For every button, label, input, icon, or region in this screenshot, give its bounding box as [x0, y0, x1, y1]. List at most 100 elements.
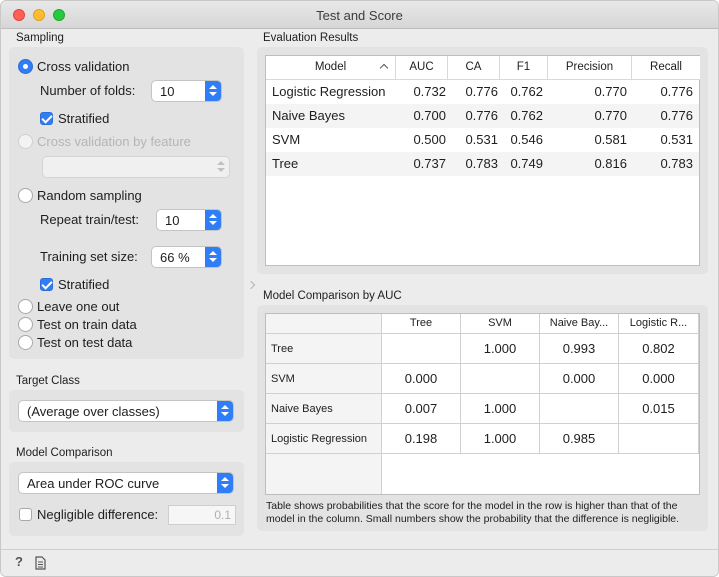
test-on-train-radio[interactable]: [18, 317, 33, 332]
model-comparison-table: Tree SVM Naive Bay... Logistic R... Tree…: [265, 313, 700, 495]
comparison-cell: 0.007: [382, 394, 461, 424]
table-row[interactable]: Logistic Regression 0.732 0.776 0.762 0.…: [266, 80, 699, 104]
column-header-auc[interactable]: AUC: [396, 56, 448, 80]
status-bar: ?: [1, 549, 718, 576]
table-row[interactable]: Naive Bayes 0.700 0.776 0.762 0.770 0.77…: [266, 104, 699, 128]
comparison-cell: 0.000: [619, 364, 699, 394]
recall-value: 0.531: [660, 132, 693, 147]
help-icon[interactable]: ?: [15, 554, 23, 569]
random-sampling-radio[interactable]: [18, 188, 33, 203]
auc-value: 0.732: [413, 84, 446, 99]
table-row: SVM 0.000 0.000 0.000: [266, 364, 699, 394]
comparison-cell: 0.802: [619, 334, 699, 364]
column-header-precision[interactable]: Precision: [548, 56, 632, 80]
comparison-cell: [382, 334, 461, 364]
test-on-train-label: Test on train data: [37, 317, 137, 332]
repeat-train-test-value: 10: [165, 213, 180, 228]
rs-stratified-checkbox[interactable]: [40, 278, 53, 291]
target-class-select[interactable]: (Average over classes): [18, 400, 234, 422]
target-class-title: Target Class: [16, 375, 80, 387]
sort-ascending-icon: [379, 63, 389, 73]
table-row: Tree 1.000 0.993 0.802: [266, 334, 699, 364]
model-comparison-by-auc-title: Model Comparison by AUC: [263, 290, 402, 302]
row-header-filler: [266, 454, 382, 494]
corner-header: [266, 314, 382, 334]
comparison-cell: [461, 364, 540, 394]
spinner-arrows-icon[interactable]: [205, 247, 221, 267]
splitter-handle-icon[interactable]: [247, 280, 255, 292]
repeat-train-test-label: Repeat train/test:: [40, 212, 139, 227]
row-header: Logistic Regression: [266, 424, 382, 454]
comparison-cell: 0.985: [540, 424, 619, 454]
spinner-arrows-icon[interactable]: [205, 210, 221, 230]
row-header: Naive Bayes: [266, 394, 382, 424]
test-and-score-window: Test and Score Sampling Cross validation…: [0, 0, 719, 577]
column-header-recall[interactable]: Recall: [632, 56, 700, 80]
ca-value: 0.783: [465, 156, 498, 171]
test-on-test-label: Test on test data: [37, 335, 133, 350]
f1-value: 0.762: [510, 108, 543, 123]
column-header-logistic-regression[interactable]: Logistic R...: [619, 314, 699, 334]
column-header-svm[interactable]: SVM: [461, 314, 540, 334]
comparison-cell: 0.198: [382, 424, 461, 454]
negligible-difference-value: 0.1: [214, 508, 231, 522]
precision-value: 0.816: [594, 156, 627, 171]
cross-validation-label: Cross validation: [37, 59, 130, 74]
window-title: Test and Score: [316, 8, 403, 23]
model-comparison-title: Model Comparison: [16, 447, 113, 459]
recall-value: 0.776: [660, 84, 693, 99]
select-arrows-icon: [213, 157, 229, 177]
table-row: Logistic Regression 0.198 1.000 0.985: [266, 424, 699, 454]
repeat-train-test-spinner[interactable]: 10: [156, 209, 222, 231]
model-name: Logistic Regression: [272, 84, 386, 99]
column-header-model[interactable]: Model: [266, 56, 396, 80]
cv-stratified-checkbox[interactable]: [40, 112, 53, 125]
model-name: Naive Bayes: [272, 108, 345, 123]
number-of-folds-spinner[interactable]: 10: [151, 80, 222, 102]
number-of-folds-value: 10: [160, 84, 175, 99]
select-arrows-icon: [217, 401, 233, 421]
cv-by-feature-label: Cross validation by feature: [37, 134, 191, 149]
sampling-title: Sampling: [16, 32, 64, 44]
precision-value: 0.770: [594, 84, 627, 99]
report-icon[interactable]: [35, 556, 46, 573]
negligible-difference-checkbox[interactable]: [19, 508, 32, 521]
ca-value: 0.776: [465, 108, 498, 123]
table-row[interactable]: Tree 0.737 0.783 0.749 0.816 0.783: [266, 152, 699, 176]
cv-by-feature-radio[interactable]: [18, 134, 33, 149]
test-on-test-radio[interactable]: [18, 335, 33, 350]
precision-value: 0.581: [594, 132, 627, 147]
column-header-tree[interactable]: Tree: [382, 314, 461, 334]
table-row: Naive Bayes 0.007 1.000 0.015: [266, 394, 699, 424]
ca-value: 0.531: [465, 132, 498, 147]
number-of-folds-label: Number of folds:: [40, 83, 136, 98]
evaluation-results-title: Evaluation Results: [263, 32, 359, 44]
column-header-ca[interactable]: CA: [448, 56, 500, 80]
select-arrows-icon: [217, 473, 233, 493]
comparison-cell: 0.000: [540, 364, 619, 394]
comparison-cell: 1.000: [461, 334, 540, 364]
cv-feature-select[interactable]: [42, 156, 230, 178]
comparison-note: Table shows probabilities that the score…: [266, 500, 680, 525]
training-set-size-spinner[interactable]: 66 %: [151, 246, 222, 268]
comparison-score-select[interactable]: Area under ROC curve: [18, 472, 234, 494]
auc-value: 0.737: [413, 156, 446, 171]
cross-validation-radio[interactable]: [18, 59, 33, 74]
spinner-arrows-icon[interactable]: [205, 81, 221, 101]
recall-value: 0.776: [660, 108, 693, 123]
comparison-cell: 1.000: [461, 394, 540, 424]
table-row[interactable]: SVM 0.500 0.531 0.546 0.581 0.531: [266, 128, 699, 152]
training-set-size-label: Training set size:: [40, 249, 138, 264]
negligible-difference-input[interactable]: 0.1: [168, 505, 236, 525]
column-header-naive-bayes[interactable]: Naive Bay...: [540, 314, 619, 334]
comparison-cell: 0.015: [619, 394, 699, 424]
f1-value: 0.762: [510, 84, 543, 99]
comparison-cell: [540, 394, 619, 424]
precision-value: 0.770: [594, 108, 627, 123]
target-class-value: (Average over classes): [27, 404, 160, 419]
comparison-cell: [619, 424, 699, 454]
leave-one-out-radio[interactable]: [18, 299, 33, 314]
title-bar: Test and Score: [1, 1, 718, 29]
column-header-f1[interactable]: F1: [500, 56, 548, 80]
cv-stratified-label: Stratified: [58, 111, 110, 126]
